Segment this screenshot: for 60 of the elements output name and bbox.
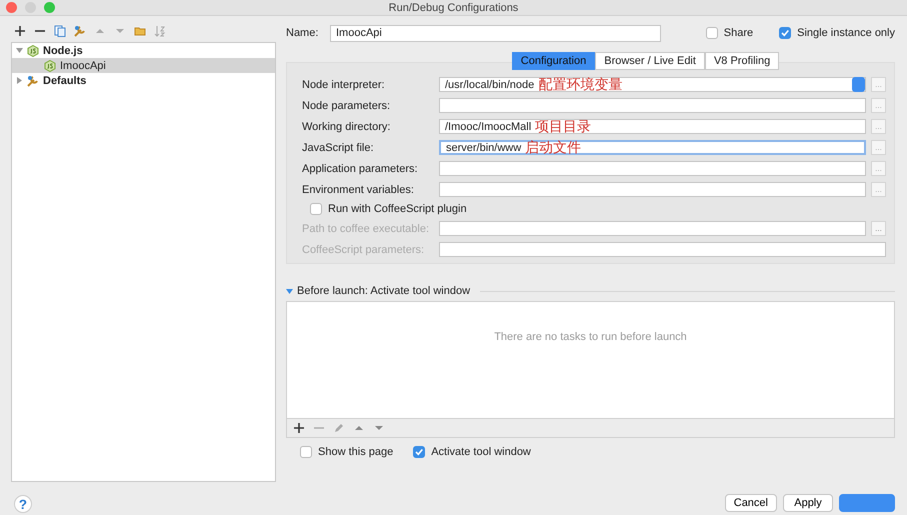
checkbox[interactable] (310, 203, 322, 215)
tree-item[interactable]: Defaults (12, 73, 275, 88)
dialog-button[interactable]: Cancel (724, 494, 777, 512)
wrench-icon (27, 74, 39, 86)
default-button[interactable] (839, 494, 895, 512)
field-label: Node interpreter: (302, 78, 386, 90)
tree-item[interactable]: Node.js (12, 43, 275, 58)
hexagon-icon (27, 44, 39, 56)
input-field[interactable]: server/bin/www 启动文件 (439, 140, 866, 155)
close-icon[interactable] (6, 2, 17, 13)
folder-icon[interactable] (134, 25, 146, 37)
add-icon[interactable] (293, 422, 305, 434)
field-label: CoffeeScript parameters: (302, 244, 426, 256)
name-field[interactable]: ImoocApi (330, 24, 661, 42)
annotation-text: 项目目录 (535, 118, 592, 136)
name-label: Name: (286, 27, 320, 39)
checkbox-label: Activate tool window (431, 446, 531, 458)
wrench-icon (74, 25, 86, 37)
checkbox-label: Run with CoffeeScript plugin (328, 203, 467, 215)
expanded-triangle-icon[interactable] (16, 47, 23, 54)
input-field[interactable]: /Imooc/ImoocMall 项目目录 (439, 119, 866, 134)
collapsed-triangle-icon[interactable] (16, 77, 23, 84)
field-label: Environment variables: (302, 184, 415, 196)
input-field[interactable] (439, 161, 866, 176)
empty-list-text: There are no tasks to run before launch (494, 331, 687, 345)
field-label: Application parameters: (302, 162, 419, 174)
help-button[interactable]: ? (14, 495, 32, 513)
field-value: /usr/local/bin/node (445, 78, 534, 90)
checkbox[interactable] (413, 446, 426, 458)
copy-icon[interactable] (54, 25, 66, 37)
hexagon-icon (44, 60, 56, 72)
checkbox-label: Share (724, 27, 754, 39)
add-icon[interactable] (14, 25, 26, 37)
expanded-triangle-icon[interactable] (286, 288, 293, 294)
input-field[interactable] (439, 98, 866, 113)
field-label: Path to coffee executable: (302, 222, 430, 234)
dialog-button[interactable]: Apply (783, 494, 833, 512)
field-value: /Imooc/ImoocMall (445, 120, 532, 132)
sort-icon[interactable] (154, 25, 166, 37)
field-label: Working directory: (302, 120, 392, 132)
pencil-icon[interactable] (333, 422, 345, 434)
tab[interactable]: Configuration (512, 52, 596, 70)
checkbox[interactable] (706, 27, 718, 39)
checkbox-label: Show this page (318, 446, 394, 458)
window-title: Run/Debug Configurations (388, 2, 518, 14)
dropdown-field[interactable]: /usr/local/bin/node 配置环境变量 (439, 77, 866, 92)
maximize-icon[interactable] (44, 2, 55, 13)
field-label: JavaScript file: (302, 142, 375, 154)
input-field[interactable] (439, 182, 866, 197)
annotation-text: 配置环境变量 (538, 76, 622, 94)
field-label: Node parameters: (302, 100, 392, 112)
tab[interactable]: Browser / Live Edit (595, 52, 705, 70)
field-value: server/bin/www (446, 142, 522, 154)
annotation-text: 启动文件 (525, 138, 582, 156)
section-title: Before launch: Activate tool window (297, 285, 470, 297)
checkbox[interactable] (300, 446, 312, 458)
checkbox[interactable] (779, 27, 792, 39)
checkbox-label: Single instance only (797, 27, 895, 39)
tab[interactable]: V8 Profiling (704, 52, 780, 70)
tree-item[interactable]: ImoocApi (12, 58, 275, 73)
